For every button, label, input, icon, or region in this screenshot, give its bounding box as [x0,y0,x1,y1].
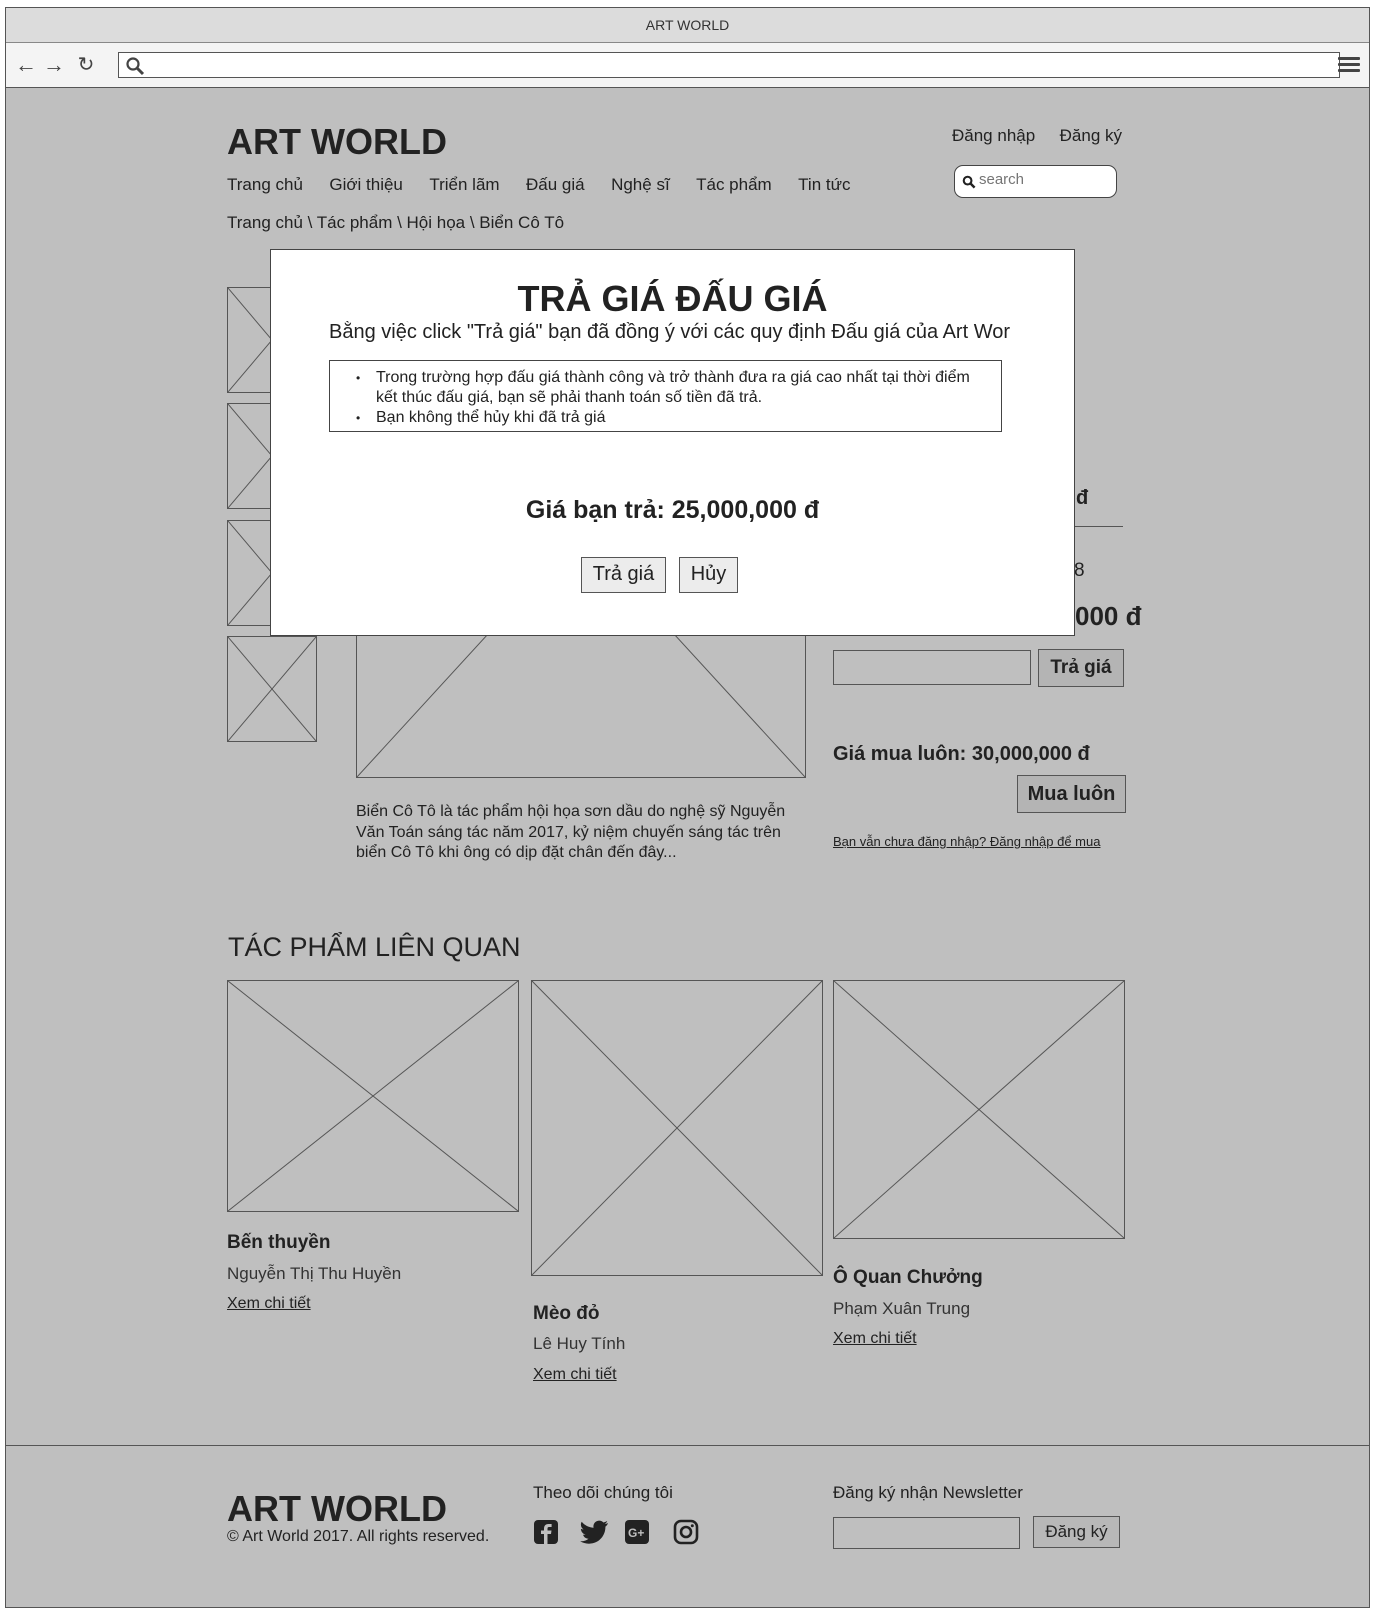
google-plus-icon[interactable]: G+ [624,1519,650,1545]
view-details-link[interactable]: Xem chi tiết [833,1330,917,1348]
related-artwork-artist: Lê Huy Tính [533,1334,626,1353]
rule-item: Bạn không thể hủy khi đã trả giá [356,408,991,428]
artwork-description: Biển Cô Tô là tác phẩm hội họa sơn dầu d… [356,803,786,861]
register-link[interactable]: Đăng ký [1060,126,1122,145]
reload-icon[interactable]: ↻ [74,53,98,77]
buy-now-button[interactable]: Mua luôn [1017,775,1126,813]
modal-title: TRẢ GIÁ ĐẤU GIÁ [517,278,828,319]
bid-price: Giá bạn trả: 25,000,000 đ [525,496,820,524]
view-details-link[interactable]: Xem chi tiết [533,1366,617,1384]
browser-window: ART WORLD ← → ↻ ART WORLD Đăng nhập Đăng… [5,7,1370,1608]
start-price-partial: đ [1076,487,1089,509]
related-section-title: TÁC PHẨM LIÊN QUAN [228,932,521,962]
thumbnail-image[interactable] [227,636,317,742]
newsletter-email-input[interactable] [833,1517,1020,1549]
svg-text:G+: G+ [628,1526,644,1540]
nav-item-artists[interactable]: Nghệ sĩ [611,175,670,194]
copyright: © Art World 2017. All rights reserved. [227,1528,490,1545]
search-icon [962,175,976,189]
related-artwork-image[interactable] [531,980,823,1276]
related-artwork-image[interactable] [833,980,1125,1239]
auction-rules-list: Trong trường hợp đấu giá thành công và t… [329,360,1002,432]
bid-amount-input[interactable] [833,650,1031,685]
bid-confirmation-modal: TRẢ GIÁ ĐẤU GIÁ Bằng việc click "Trả giá… [270,249,1075,636]
modal-subtitle: Bằng việc click "Trả giá" bạn đã đồng ý … [329,321,1011,343]
site-search[interactable] [954,165,1117,198]
nav-item-about[interactable]: Giới thiệu [329,175,403,194]
view-details-link[interactable]: Xem chi tiết [227,1295,311,1313]
nav-item-home[interactable]: Trang chủ [227,175,303,194]
cancel-button[interactable]: Hủy [679,557,738,593]
current-price-partial: 000 đ [1075,601,1142,631]
rule-item: Trong trường hợp đấu giá thành công và t… [356,368,991,408]
related-artwork-artist: Nguyễn Thị Thu Huyền [227,1264,402,1283]
breadcrumb: Trang chủ \ Tác phẩm \ Hội họa \ Biển Cô… [227,213,565,232]
page-content: ART WORLD Đăng nhập Đăng ký Trang chủ Gi… [6,89,1369,1607]
buy-now-price: Giá mua luôn: 30,000,000 đ [833,743,1090,765]
window-title: ART WORLD [6,8,1369,43]
search-icon [126,57,145,76]
nav-item-artworks[interactable]: Tác phẩm [696,175,772,194]
related-artwork-title: Mèo đỏ [533,1303,600,1324]
forward-arrow-icon[interactable]: → [42,53,66,77]
subscribe-button[interactable]: Đăng ký [1033,1516,1120,1548]
login-to-buy-link[interactable]: Bạn vẫn chưa đăng nhập? Đăng nhập để mua [833,834,1100,849]
login-link[interactable]: Đăng nhập [952,126,1035,145]
search-input[interactable] [979,171,1109,188]
main-nav: Trang chủ Giới thiệu Triển lãm Đấu giá N… [227,175,872,195]
back-arrow-icon[interactable]: ← [14,53,38,77]
hamburger-menu-icon[interactable] [1338,54,1360,76]
related-artwork-artist: Phạm Xuân Trung [833,1299,971,1318]
footer-logo[interactable]: ART WORLD [227,1488,447,1530]
site-logo[interactable]: ART WORLD [227,121,447,163]
browser-toolbar: ← → ↻ [6,43,1369,88]
instagram-icon[interactable] [673,1519,699,1545]
newsletter-label: Đăng ký nhận Newsletter [833,1483,1023,1502]
related-artwork-image[interactable] [227,980,519,1212]
twitter-icon[interactable] [580,1520,608,1544]
footer: ART WORLD © Art World 2017. All rights r… [6,1445,1369,1607]
follow-us-label: Theo dõi chúng tôi [533,1483,673,1502]
time-remaining-partial: 8 [1074,560,1085,581]
nav-item-exhibitions[interactable]: Triển lãm [429,175,499,194]
facebook-icon[interactable] [533,1519,559,1545]
nav-item-auctions[interactable]: Đấu giá [526,175,585,194]
place-bid-button[interactable]: Trả giá [1038,649,1124,687]
nav-item-news[interactable]: Tin tức [798,175,850,194]
address-bar[interactable] [118,52,1340,78]
related-artwork-title: Ô Quan Chưởng [833,1267,983,1288]
confirm-bid-button[interactable]: Trả giá [581,557,666,593]
auth-links: Đăng nhập Đăng ký [932,126,1122,146]
related-artwork-title: Bến thuyền [227,1232,331,1253]
